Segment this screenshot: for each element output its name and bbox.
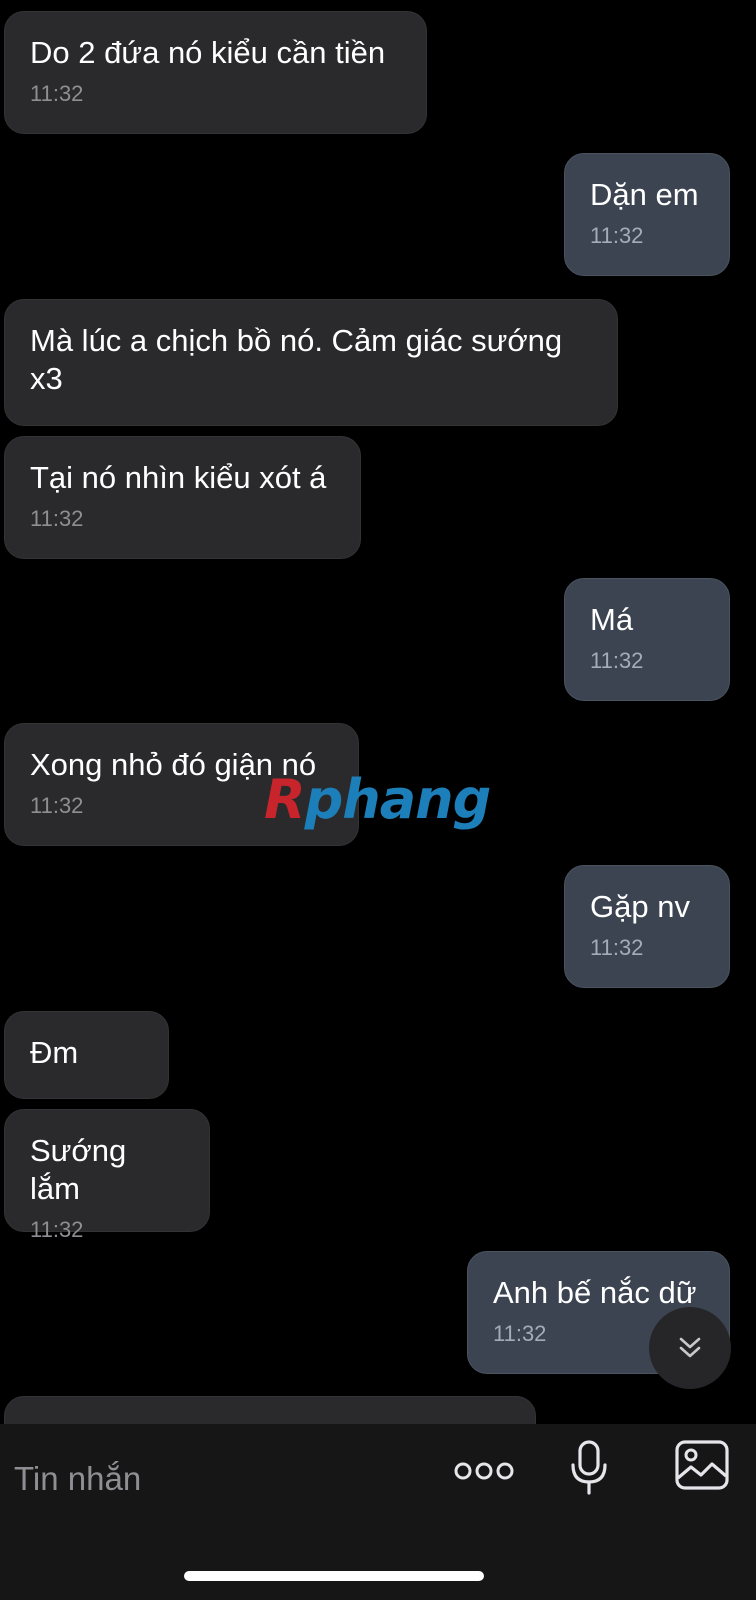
message-text: Anh bế nắc dữ [493,1275,697,1310]
message-text: Gặp nv [590,889,690,924]
message-text: Má [590,602,634,637]
message-time: 11:32 [590,223,644,248]
message-text: Mà lúc a chịch bồ nó. Cảm giác sướng x3 [30,323,563,396]
message-bubble-incoming[interactable]: Do 2 đứa nó kiểu cần tiền 11:32 [4,11,427,134]
message-list[interactable]: Do 2 đứa nó kiểu cần tiền 11:32 Dặn em 1… [0,0,756,1424]
message-bubble-incoming[interactable]: Tại nó nhìn kiểu xót á 11:32 [4,436,361,559]
scroll-to-bottom-button[interactable] [649,1307,731,1389]
message-text: Tại nó nhìn kiểu xót á [30,460,327,495]
message-text: Do 2 đứa nó kiểu cần tiền [30,35,386,70]
message-bubble-incoming[interactable]: Sướng lắm 11:32 [4,1109,210,1242]
image-gallery-icon [675,1440,729,1490]
more-options-button[interactable] [452,1446,516,1496]
more-dots-icon [454,1462,514,1480]
voice-record-button[interactable] [566,1428,612,1508]
message-input[interactable]: Tin nhắn [14,1460,141,1498]
home-indicator[interactable] [184,1571,484,1581]
message-text: Dặn em [590,177,699,212]
message-text: Sướng lắm [30,1133,127,1206]
microphone-icon [571,1440,607,1495]
message-bubble-incoming-partial[interactable] [4,1396,536,1424]
message-time: 11:32 [590,935,644,960]
message-time: 11:32 [30,506,84,531]
message-bubble-outgoing[interactable]: Má 11:32 [564,578,730,701]
message-text: Đm [30,1035,79,1070]
double-chevron-down-icon [679,1337,701,1358]
message-bubble-outgoing[interactable]: Dặn em 11:32 [564,153,730,276]
message-time: 11:32 [590,648,644,673]
message-bubble-incoming[interactable]: Đm [4,1011,169,1099]
message-time: 11:32 [30,1217,84,1242]
watermark-logo: Rphang [264,768,491,831]
gallery-button[interactable] [674,1438,730,1492]
message-bubble-incoming[interactable]: Mà lúc a chịch bồ nó. Cảm giác sướng x3 [4,299,618,426]
message-bubble-outgoing[interactable]: Gặp nv 11:32 [564,865,730,988]
message-time: 11:32 [30,81,84,106]
